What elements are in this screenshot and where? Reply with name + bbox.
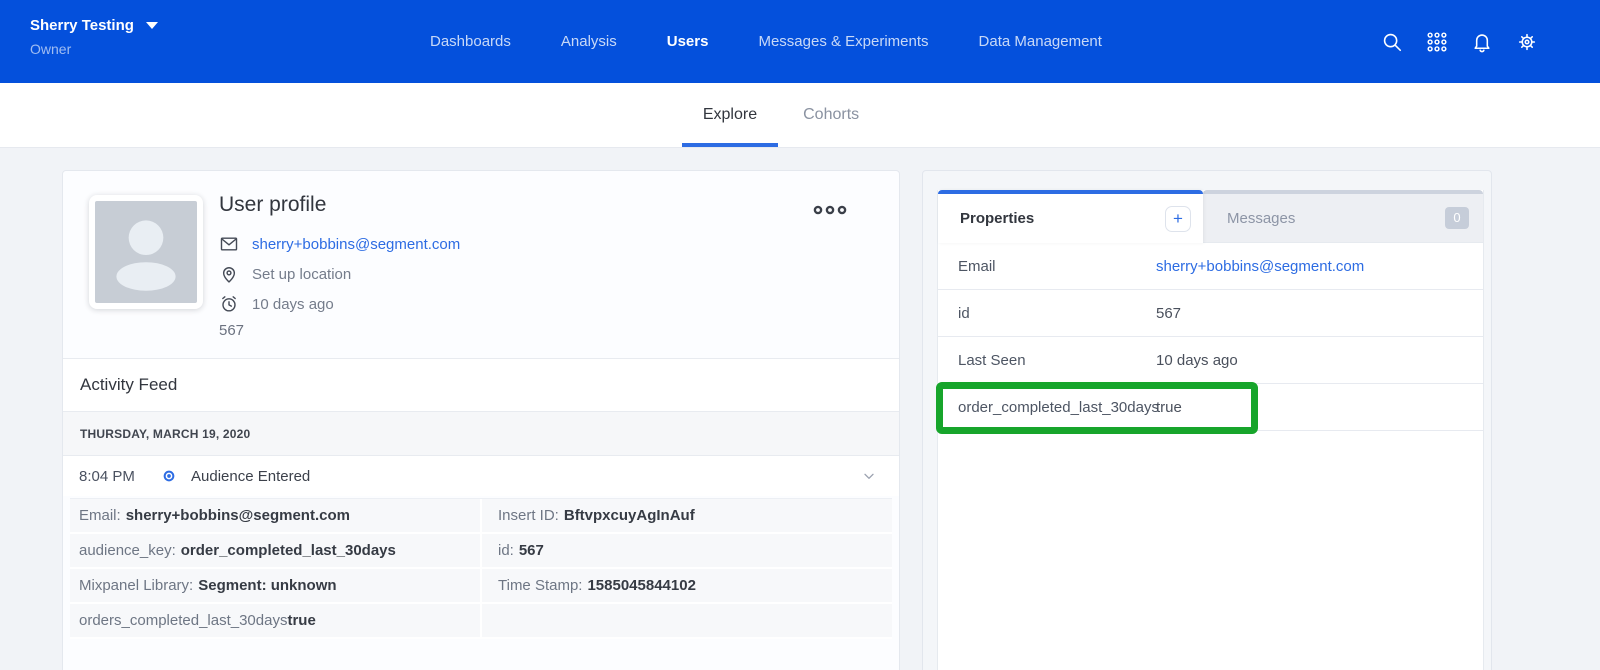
profile-last-seen: 10 days ago [252,296,334,313]
workspace-role: Owner [30,41,158,57]
workspace-switcher[interactable]: Sherry Testing Owner [30,17,158,57]
detail-label: Email: [79,507,121,524]
add-property-button[interactable]: + [1165,206,1191,232]
messages-tab-label: Messages [1227,210,1295,227]
nav-item-users[interactable]: Users [667,33,709,50]
notifications-bell-icon[interactable] [1471,31,1493,53]
event-name: Audience Entered [191,468,310,485]
property-key: order_completed_last_30days [938,399,1156,416]
property-row: Email sherry+bobbins@segment.com [938,243,1483,290]
profile-section: User profile sherry+bobbins@segment.com … [63,171,899,359]
detail-value: sherry+bobbins@segment.com [126,507,350,524]
property-key: Last Seen [938,352,1156,369]
alarm-clock-icon [219,294,239,314]
settings-gear-icon[interactable] [1516,31,1538,53]
profile-title: User profile [219,193,899,217]
property-row: id 567 [938,290,1483,337]
person-silhouette-icon [95,201,197,303]
activity-event-row[interactable]: 8:04 PM Audience Entered [63,456,899,496]
tab-messages[interactable]: Messages 0 [1203,190,1483,242]
detail-value: 1585045844102 [587,577,695,594]
profile-email-link[interactable]: sherry+bobbins@segment.com [252,236,460,253]
properties-tab-label: Properties [960,210,1034,227]
profile-info: User profile sherry+bobbins@segment.com … [219,171,899,339]
activity-feed-title: Activity Feed [63,359,899,411]
properties-card: Properties + Messages 0 Email sherry+bob… [922,170,1492,670]
avatar [89,195,203,309]
search-icon[interactable] [1381,31,1403,53]
detail-label: Time Stamp: [498,577,582,594]
properties-tabs: Properties + Messages 0 [938,190,1483,243]
profile-location[interactable]: Set up location [252,266,351,283]
user-profile-card: User profile sherry+bobbins@segment.com … [62,170,900,670]
profile-id: 567 [219,322,899,339]
properties-panel: Properties + Messages 0 Email sherry+bob… [937,190,1484,670]
nav-item-data-management[interactable]: Data Management [979,33,1102,50]
table-row: audience_key: order_completed_last_30days… [70,534,892,569]
record-dot-icon [161,468,177,484]
envelope-icon [219,234,239,254]
property-row: Last Seen 10 days ago [938,337,1483,384]
messages-count-badge: 0 [1445,207,1469,229]
workspace-name: Sherry Testing [30,17,134,34]
apps-grid-icon[interactable] [1426,31,1448,53]
detail-value: BftvpxcuyAgInAuf [564,507,695,524]
detail-value: Segment: unknown [198,577,336,594]
detail-label: audience_key: [79,542,176,559]
nav-item-dashboards[interactable]: Dashboards [430,33,511,50]
property-key: Email [938,258,1156,275]
kebab-menu-icon[interactable] [811,203,849,217]
caret-down-icon [146,22,158,29]
detail-label: Mixpanel Library: [79,577,193,594]
secondary-tabbar: Explore Cohorts [0,83,1600,148]
property-value: 10 days ago [1156,352,1238,369]
top-navbar: Sherry Testing Owner Dashboards Analysis… [0,0,1600,83]
primary-nav: Dashboards Analysis Users Messages & Exp… [430,0,1102,83]
detail-label: id: [498,542,514,559]
chevron-down-icon[interactable] [861,468,877,484]
property-value: 567 [1156,305,1181,322]
tab-properties[interactable]: Properties + [938,190,1203,243]
nav-item-analysis[interactable]: Analysis [561,33,617,50]
location-pin-icon [219,264,239,284]
detail-label: orders_completed_last_30days [79,612,287,629]
detail-value: true [287,612,315,629]
detail-label: Insert ID: [498,507,559,524]
nav-item-messages-experiments[interactable]: Messages & Experiments [758,33,928,50]
property-key: id [938,305,1156,322]
tab-explore[interactable]: Explore [703,83,757,147]
table-row: Email: sherry+bobbins@segment.com Insert … [70,499,892,534]
table-row: orders_completed_last_30daystrue [70,604,892,639]
tab-cohorts[interactable]: Cohorts [803,83,859,147]
event-details-table: Email: sherry+bobbins@segment.com Insert … [70,498,892,639]
detail-value: order_completed_last_30days [181,542,396,559]
detail-value: 567 [519,542,544,559]
navbar-icons [1381,0,1538,83]
property-value-email-link[interactable]: sherry+bobbins@segment.com [1156,258,1364,275]
table-row: Mixpanel Library: Segment: unknown Time S… [70,569,892,604]
activity-date-header: THURSDAY, MARCH 19, 2020 [63,411,899,456]
property-row-highlighted: order_completed_last_30days true [938,384,1483,431]
main-content: User profile sherry+bobbins@segment.com … [0,148,1600,670]
property-value: true [1156,399,1182,416]
event-time: 8:04 PM [79,468,149,485]
